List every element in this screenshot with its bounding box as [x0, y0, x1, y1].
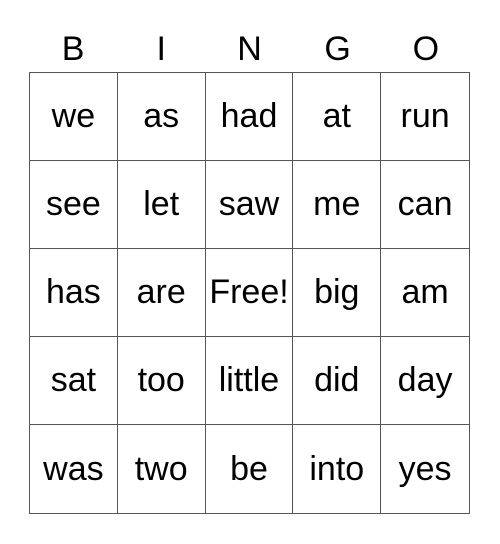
bingo-cell[interactable]: run [381, 73, 469, 161]
bingo-cell[interactable]: into [293, 425, 382, 513]
bingo-cell[interactable]: me [293, 161, 382, 249]
header-letter-i: I [156, 30, 166, 68]
bingo-cell[interactable]: can [381, 161, 469, 249]
bingo-header: B I N G O [29, 26, 470, 72]
bingo-cell[interactable]: at [293, 73, 382, 161]
bingo-cell[interactable]: did [293, 337, 382, 425]
bingo-cell[interactable]: be [206, 425, 294, 513]
bingo-cell[interactable]: had [205, 73, 294, 161]
bingo-cell[interactable]: yes [381, 425, 469, 513]
bingo-cell[interactable]: sat [30, 337, 118, 425]
bingo-cell[interactable]: too [117, 337, 206, 425]
bingo-cell[interactable]: saw [205, 161, 294, 249]
bingo-cell[interactable]: big [293, 249, 382, 337]
bingo-card-grid: we as had at run see let saw me can has … [29, 72, 470, 514]
header-letter-g: G [324, 30, 351, 68]
bingo-cell[interactable]: we [30, 73, 118, 161]
bingo-cell[interactable]: little [205, 337, 294, 425]
header-letter-o: O [412, 30, 440, 68]
header-letter-n: N [237, 30, 262, 68]
bingo-cell[interactable]: day [381, 337, 469, 425]
bingo-cell[interactable]: let [117, 161, 206, 249]
bingo-cell[interactable]: see [30, 161, 118, 249]
free-space-cell[interactable]: Free! [205, 249, 294, 337]
bingo-cell[interactable]: was [30, 425, 118, 513]
header-letter-b: B [61, 30, 85, 68]
bingo-cell[interactable]: are [117, 249, 206, 337]
bingo-cell[interactable]: am [381, 249, 469, 337]
bingo-cell[interactable]: has [30, 249, 118, 337]
bingo-cell[interactable]: two [118, 425, 206, 513]
bingo-cell[interactable]: as [117, 73, 206, 161]
